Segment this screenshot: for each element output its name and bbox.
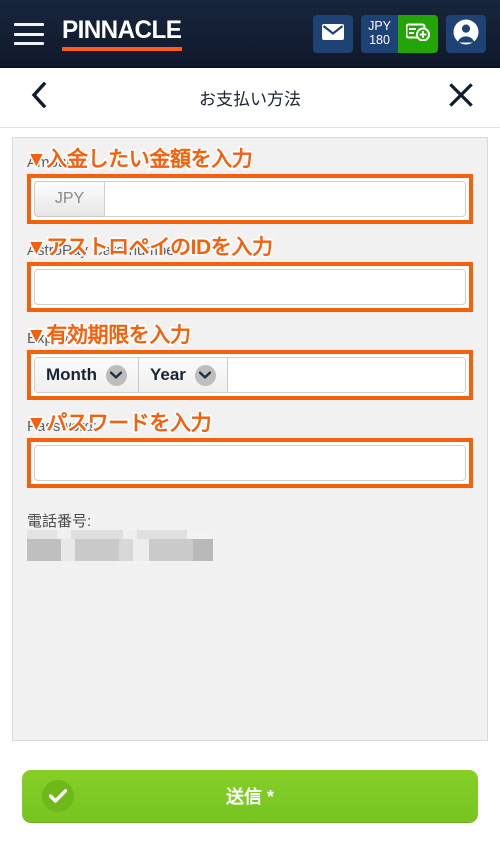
hamburger-menu-icon[interactable] (14, 23, 44, 45)
field-expiry: Expiry date: ▼有効期限を入力 Month Year (24, 322, 473, 400)
balance-currency: JPY (368, 19, 391, 34)
year-select-label: Year (149, 365, 186, 384)
messages-button[interactable] (313, 15, 354, 53)
year-select[interactable]: Year (138, 358, 228, 392)
annotation-password: ▼パスワードを入力 (24, 410, 213, 436)
amount-input-row: JPY (34, 181, 466, 217)
hamburger-bar (14, 42, 44, 45)
submit-button[interactable]: 送信 * (22, 770, 478, 822)
annotation-amount: ▼入金したい金額を入力 (24, 146, 254, 172)
annotation-card-number: ▼アストロペイのIDを入力 (24, 234, 274, 260)
submit-area: 送信 * (0, 770, 500, 822)
card-number-input[interactable] (34, 269, 466, 305)
user-avatar-icon (453, 19, 479, 50)
field-amount: Amount: ▼入金したい金額を入力 JPY (24, 146, 473, 224)
expiry-select-row: Month Year (34, 357, 466, 393)
close-button[interactable] (444, 81, 478, 115)
field-password: Password: ▼パスワードを入力 (24, 410, 473, 488)
deposit-button[interactable] (398, 15, 438, 53)
chevron-down-icon (194, 364, 216, 386)
brand-underline (62, 46, 182, 51)
annotation-expiry: ▼有効期限を入力 (24, 322, 192, 348)
deposit-card-plus-icon (405, 23, 430, 46)
nav-actions: JPY 180 (313, 15, 486, 53)
phone-number-block: 電話番号: (27, 510, 473, 561)
envelope-icon (322, 23, 345, 45)
account-button[interactable] (446, 15, 486, 53)
annotation-box-card-number (27, 262, 473, 312)
top-navigation-bar: PINNACLE JPY 180 (0, 0, 500, 68)
field-card-number: AstroPay Card number: ▼アストロペイのIDを入力 (24, 234, 473, 312)
phone-number-label: 電話番号: (27, 513, 92, 530)
check-circle-icon (42, 780, 74, 812)
phone-number-value-redacted (27, 530, 213, 561)
back-button[interactable] (22, 81, 56, 115)
account-balance[interactable]: JPY 180 (361, 15, 398, 53)
annotation-box-amount: JPY (27, 174, 473, 224)
month-select[interactable]: Month (35, 358, 139, 392)
close-x-icon (449, 83, 473, 112)
submit-button-label: 送信 * (225, 787, 274, 807)
annotation-box-password (27, 438, 473, 488)
brand-logo[interactable]: PINNACLE (62, 15, 185, 51)
currency-prefix: JPY (34, 181, 104, 217)
chevron-left-icon (31, 81, 47, 113)
expiry-filler (227, 358, 465, 392)
balance-group: JPY 180 (361, 15, 438, 53)
month-select-label: Month (46, 365, 97, 384)
page-title: お支払い方法 (199, 90, 301, 109)
password-input[interactable] (34, 445, 466, 481)
payment-form-card: Amount: ▼入金したい金額を入力 JPY AstroPay Card nu… (12, 137, 488, 741)
hamburger-bar (14, 23, 44, 26)
amount-input[interactable] (104, 181, 466, 217)
page-title-bar: お支払い方法 (0, 68, 500, 128)
annotation-box-expiry: Month Year (27, 350, 473, 400)
chevron-down-icon (105, 364, 127, 386)
hamburger-bar (14, 32, 44, 36)
balance-amount: 180 (369, 33, 390, 47)
brand-name: PINNACLE (62, 15, 182, 44)
